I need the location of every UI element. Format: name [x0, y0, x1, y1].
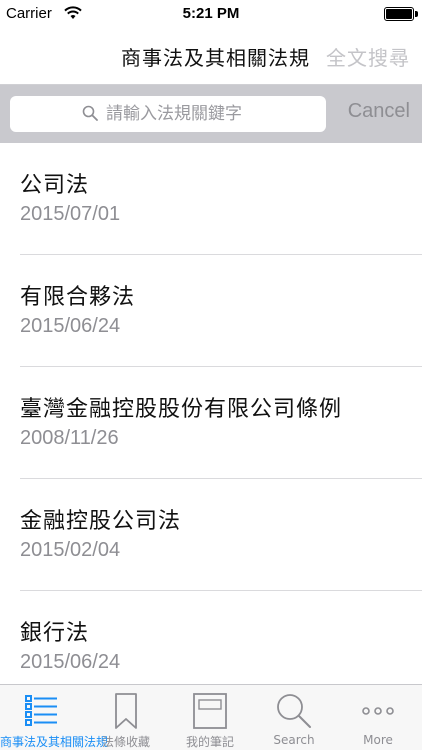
search-icon: [277, 694, 311, 728]
tab-label: 商事法及其相關法規: [0, 735, 109, 749]
tab-notes[interactable]: 我的筆記: [168, 685, 252, 750]
list-item[interactable]: 有限合夥法 2015/06/24: [0, 255, 422, 367]
full-text-search-button[interactable]: 全文搜尋: [326, 42, 410, 71]
list-item[interactable]: 臺灣金融控股股份有限公司條例 2008/11/26: [0, 367, 422, 479]
law-list: 公司法 2015/07/01 有限合夥法 2015/06/24 臺灣金融控股股份…: [0, 143, 422, 684]
search-input[interactable]: [106, 100, 316, 128]
page-title: 商事法及其相關法規: [121, 46, 310, 70]
navigation-bar: 商事法及其相關法規 全文搜尋: [0, 28, 422, 85]
law-date: 2015/07/01: [20, 203, 121, 225]
list-item[interactable]: 金融控股公司法 2015/02/04: [0, 479, 422, 591]
cancel-button[interactable]: Cancel: [348, 100, 410, 123]
tab-label: 我的筆記: [185, 735, 234, 749]
list-item[interactable]: 公司法 2015/07/01: [0, 143, 422, 255]
clock: 5:21 PM: [182, 5, 240, 22]
tab-search[interactable]: Search: [252, 685, 336, 750]
status-bar: Carrier 5:21 PM: [0, 0, 422, 28]
tab-label: More: [363, 733, 393, 747]
law-date: 2015/02/04: [20, 539, 121, 561]
law-title: 金融控股公司法: [20, 509, 182, 534]
bookmark-icon: [115, 693, 137, 729]
law-title: 有限合夥法: [20, 285, 136, 310]
law-date: 2015/06/24: [20, 651, 121, 673]
tab-favorites[interactable]: 法條收藏: [84, 685, 168, 750]
tab-more[interactable]: More: [336, 685, 420, 750]
law-title: 臺灣金融控股股份有限公司條例: [20, 397, 343, 422]
tab-label: 法條收藏: [101, 735, 150, 749]
magnifier-icon: [82, 105, 98, 121]
battery-icon: [384, 7, 418, 21]
more-icon: [362, 707, 394, 715]
tab-bar: 商事法及其相關法規 法條收藏 我的筆記 Search More: [0, 684, 422, 750]
law-title: 銀行法: [20, 621, 90, 646]
list-icon: [25, 695, 57, 726]
tab-label: Search: [273, 733, 315, 747]
notebook-icon: [193, 693, 227, 729]
law-title: 公司法: [20, 173, 90, 198]
law-date: 2015/06/24: [20, 315, 121, 337]
list-item[interactable]: 銀行法 2015/06/24: [0, 591, 422, 684]
search-field[interactable]: [10, 96, 326, 132]
law-date: 2008/11/26: [20, 427, 119, 449]
tab-law-list[interactable]: 商事法及其相關法規: [0, 685, 109, 750]
search-bar: Cancel: [0, 85, 422, 143]
